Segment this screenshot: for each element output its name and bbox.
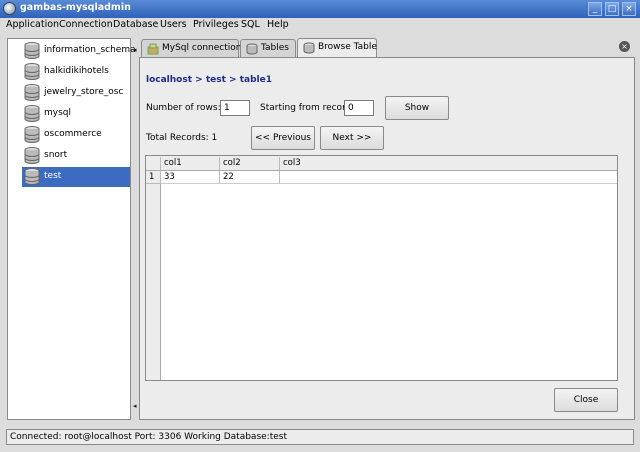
menu-help[interactable]: Help — [267, 19, 289, 30]
menu-connection[interactable]: Connection — [59, 19, 113, 30]
database-icon — [24, 126, 40, 143]
database-label: jewelry_store_osc — [44, 87, 124, 97]
database-item[interactable]: mysql — [22, 104, 130, 124]
row-number-column — [146, 171, 161, 380]
app-icon — [3, 2, 16, 15]
database-label: oscommerce — [44, 129, 102, 139]
browse-icon — [303, 42, 315, 54]
row-number[interactable]: 1 — [146, 171, 161, 184]
previous-button[interactable]: << Previous — [251, 126, 315, 150]
start-label: Starting from record: — [260, 103, 355, 113]
table-cell[interactable]: 33 — [161, 171, 220, 184]
column-header[interactable]: col2 — [220, 157, 280, 170]
status-bar: Connected: root@localhost Port: 3306 Wor… — [6, 429, 634, 445]
collapse-left-icon[interactable]: ◂ — [133, 46, 137, 54]
database-item[interactable]: jewelry_store_osc — [22, 83, 130, 103]
browse-table-panel: localhost > test > table1 Number of rows… — [139, 57, 635, 420]
total-records: Total Records: 1 — [146, 133, 218, 143]
menu-sql[interactable]: SQL — [241, 19, 260, 30]
rows-input[interactable]: 1 — [220, 100, 250, 116]
database-label: mysql — [44, 108, 71, 118]
database-icon — [24, 84, 40, 101]
start-record-input[interactable]: 0 — [344, 100, 374, 116]
maximize-icon[interactable]: □ — [605, 2, 619, 16]
column-header[interactable]: col1 — [161, 157, 220, 170]
tab-bar: MySql connection Tables Browse Table — [139, 38, 635, 58]
breadcrumb: localhost > test > table1 — [146, 75, 272, 85]
tab-browse-table[interactable]: Browse Table — [297, 38, 377, 58]
menu-application[interactable]: Application — [6, 19, 59, 30]
database-list: information_schema halkidikihotels jewel… — [7, 38, 136, 420]
show-button[interactable]: Show — [385, 96, 449, 120]
tab-label: MySql connection — [162, 43, 242, 53]
grid-header: col1 col2 col3 — [146, 156, 617, 171]
menu-users[interactable]: Users — [160, 19, 187, 30]
database-item[interactable]: information_schema — [22, 41, 136, 61]
menu-privileges[interactable]: Privileges — [193, 19, 239, 30]
minimize-icon[interactable]: _ — [588, 2, 602, 16]
table-cell[interactable]: 22 — [220, 171, 280, 184]
panel-splitter[interactable]: ◂ ◂ — [132, 38, 138, 420]
database-label: halkidikihotels — [44, 66, 109, 76]
tables-icon — [246, 43, 258, 55]
database-item[interactable]: oscommerce — [22, 125, 130, 145]
database-icon — [24, 168, 40, 185]
title-bar: gambas-mysqladmin _ □ × — [0, 0, 640, 18]
database-label: information_schema — [44, 45, 136, 55]
tab-label: Browse Table — [318, 42, 377, 52]
column-header[interactable]: col3 — [280, 157, 340, 170]
tab-mysql-connection[interactable]: MySql connection — [141, 39, 242, 57]
database-icon — [24, 147, 40, 164]
database-label: snort — [44, 150, 68, 160]
tab-label: Tables — [261, 43, 289, 53]
grid-corner — [146, 157, 161, 170]
database-label: test — [44, 171, 62, 181]
database-icon — [24, 63, 40, 80]
database-item-selected[interactable]: test — [22, 167, 130, 187]
database-icon — [24, 42, 40, 59]
database-item[interactable]: snort — [22, 146, 130, 166]
results-grid: col1 col2 col3 1 33 22 — [145, 155, 618, 381]
tab-tables[interactable]: Tables — [240, 39, 296, 57]
close-tab-icon[interactable]: × — [619, 41, 630, 52]
menu-bar: Application Connection Database Users Pr… — [0, 18, 640, 34]
database-icon — [24, 105, 40, 122]
rows-label: Number of rows: — [146, 103, 221, 113]
table-cell[interactable] — [280, 171, 617, 184]
collapse-left-icon[interactable]: ◂ — [133, 402, 137, 410]
menu-database[interactable]: Database — [113, 19, 158, 30]
database-item[interactable]: halkidikihotels — [22, 62, 130, 82]
connection-icon — [147, 43, 159, 55]
window-title: gambas-mysqladmin — [20, 2, 131, 13]
close-window-icon[interactable]: × — [622, 2, 636, 16]
next-button[interactable]: Next >> — [320, 126, 384, 150]
close-button[interactable]: Close — [554, 388, 618, 412]
